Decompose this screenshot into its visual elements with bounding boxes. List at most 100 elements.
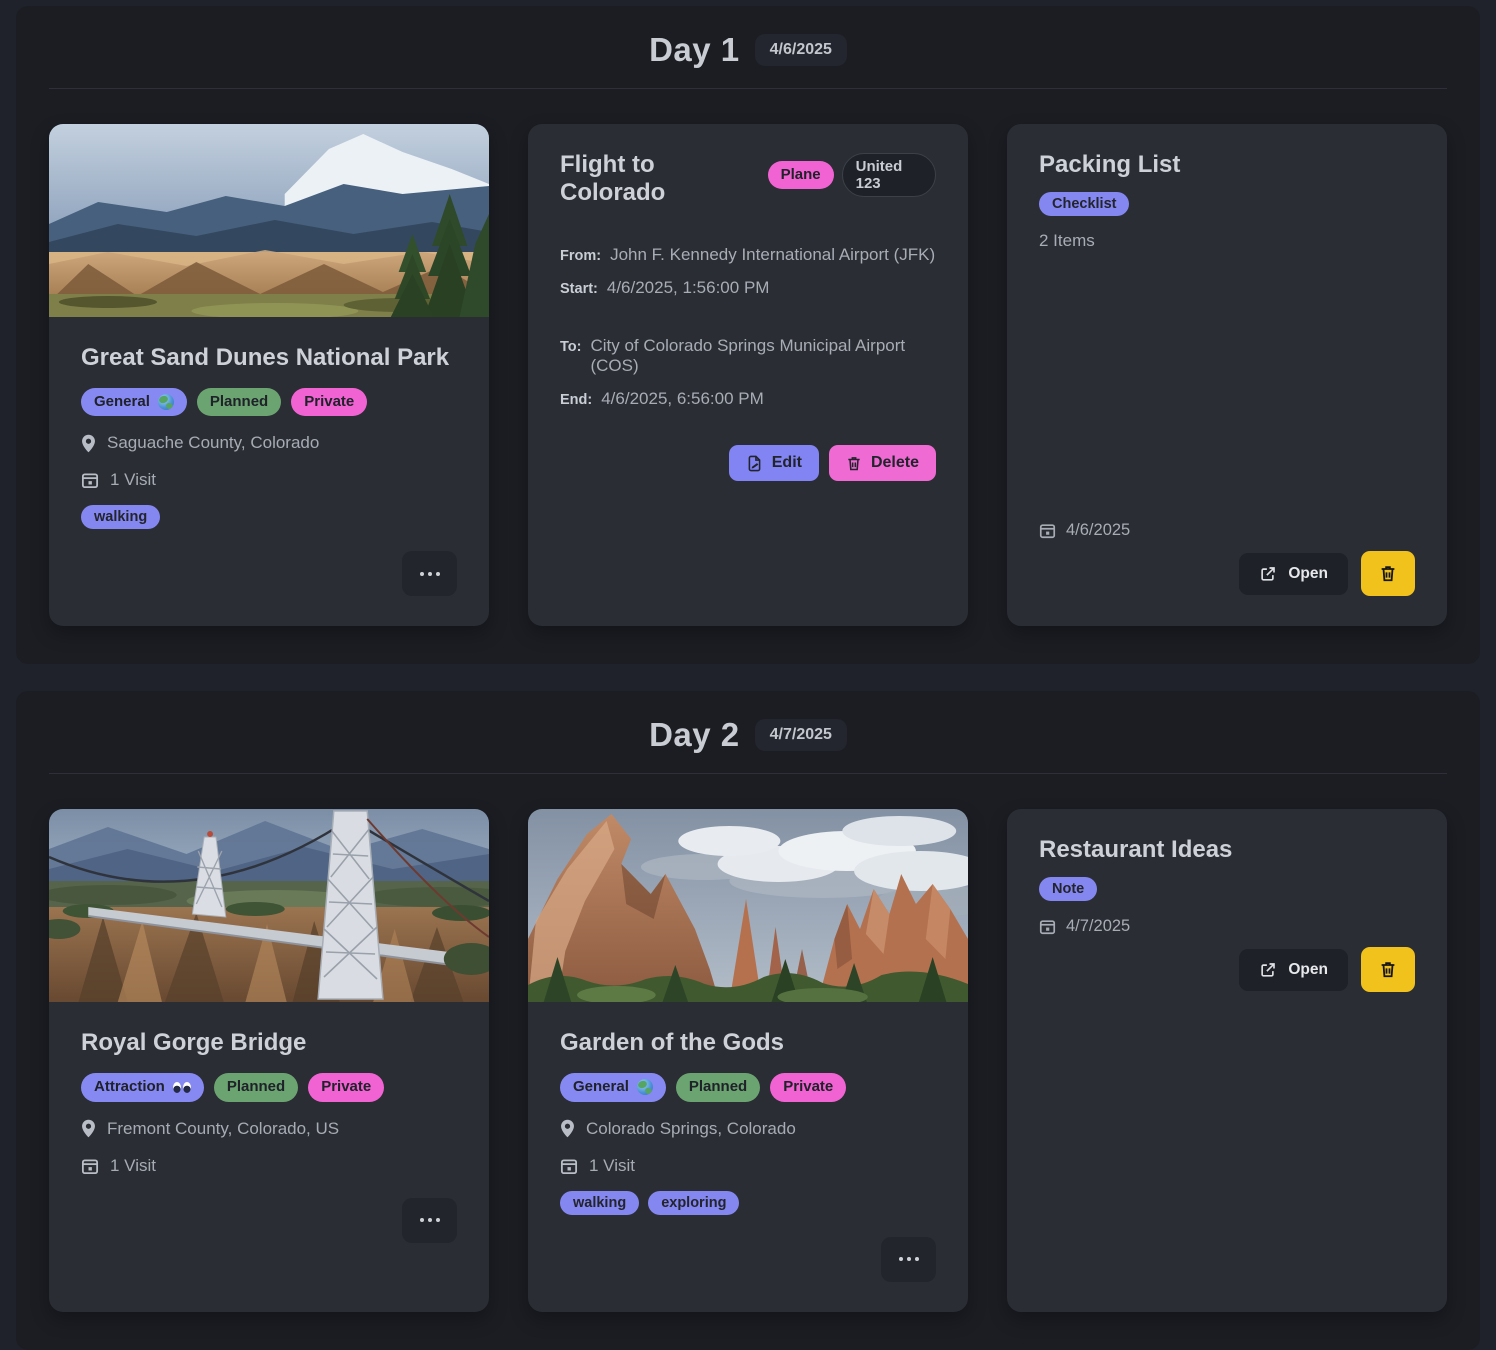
checklist-actions: Open (1039, 551, 1415, 596)
external-link-icon (1259, 961, 1277, 979)
calendar-icon (560, 1157, 578, 1175)
day-1-cards: Great Sand Dunes National Park General P… (49, 124, 1447, 626)
day-2-header: Day 2 4/7/2025 (49, 691, 1447, 773)
location-text: Fremont County, Colorado, US (107, 1119, 339, 1139)
delete-note-button[interactable] (1361, 947, 1415, 992)
royal-gorge-bridge-photo (49, 809, 489, 1002)
flight-badges: Plane United 123 (768, 153, 936, 197)
to-label: To: (560, 339, 581, 355)
note-title: Restaurant Ideas (1039, 836, 1415, 864)
note-actions: Open (1039, 947, 1415, 992)
visibility-badge: Private (308, 1073, 384, 1101)
category-badge: General (81, 388, 187, 416)
day-2-section: Day 2 4/7/2025 (16, 691, 1480, 1349)
garden-of-the-gods-photo (528, 809, 968, 1002)
flight-departure-group: From: John F. Kennedy International Airp… (560, 232, 936, 298)
day-1-divider (49, 88, 1447, 89)
category-badge: General (560, 1073, 666, 1101)
checklist-date: 4/6/2025 (1066, 521, 1130, 540)
calendar-icon (81, 1157, 99, 1175)
category-badge: Attraction (81, 1073, 204, 1101)
location-pin-icon (560, 1119, 575, 1138)
to-value: City of Colorado Springs Municipal Airpo… (590, 336, 936, 376)
note-type-badge: Note (1039, 877, 1097, 901)
trash-icon (846, 455, 862, 472)
location-row: Colorado Springs, Colorado (560, 1119, 936, 1139)
spacer (1039, 251, 1415, 521)
visits-text: 1 Visit (589, 1156, 635, 1176)
great-sand-dunes-photo (49, 124, 489, 317)
tag-row: walking (81, 505, 457, 529)
checklist-card-packing-list: Packing List Checklist 2 Items 4/6/2025 … (1007, 124, 1447, 626)
edit-button-label: Edit (772, 454, 802, 472)
activity-tag: walking (81, 505, 160, 529)
edit-button[interactable]: Edit (729, 445, 819, 481)
visibility-badge: Private (291, 388, 367, 416)
card-body: Royal Gorge Bridge Attraction Planned Pr… (49, 1002, 489, 1311)
place-card-royal-gorge-bridge[interactable]: Royal Gorge Bridge Attraction Planned Pr… (49, 809, 489, 1311)
location-row: Fremont County, Colorado, US (81, 1119, 457, 1139)
open-button[interactable]: Open (1239, 553, 1348, 595)
delete-button-label: Delete (871, 454, 919, 472)
delete-checklist-button[interactable] (1361, 551, 1415, 596)
category-badge-label: General (573, 1077, 629, 1097)
visits-text: 1 Visit (110, 1156, 156, 1176)
location-pin-icon (81, 1119, 96, 1138)
checklist-title: Packing List (1039, 151, 1415, 179)
status-badge: Planned (214, 1073, 298, 1101)
day-2-divider (49, 773, 1447, 774)
itinerary-page: Day 1 4/6/2025 (0, 0, 1496, 1350)
tag-row: walking exploring (560, 1191, 936, 1215)
eyes-icon (173, 1082, 191, 1093)
place-card-garden-of-the-gods[interactable]: Garden of the Gods General Planned Priva… (528, 809, 968, 1311)
card-body: Flight to Colorado Plane United 123 From… (528, 124, 968, 626)
day-2-title: Day 2 (649, 716, 740, 754)
open-button-label: Open (1288, 565, 1328, 583)
place-title: Royal Gorge Bridge (81, 1029, 457, 1057)
badge-row: Attraction Planned Private (81, 1073, 457, 1101)
location-text: Colorado Springs, Colorado (586, 1119, 796, 1139)
day-1-date-pill: 4/6/2025 (755, 34, 847, 66)
trash-icon (1379, 960, 1397, 979)
flight-actions: Edit Delete (560, 445, 936, 481)
flight-card: Flight to Colorado Plane United 123 From… (528, 124, 968, 626)
end-label: End: (560, 392, 592, 408)
from-value: John F. Kennedy International Airport (J… (610, 245, 935, 265)
visits-row: 1 Visit (560, 1156, 936, 1176)
start-label: Start: (560, 281, 598, 297)
card-body: Garden of the Gods General Planned Priva… (528, 1002, 968, 1311)
globe-icon (637, 1079, 653, 1095)
place-card-great-sand-dunes[interactable]: Great Sand Dunes National Park General P… (49, 124, 489, 626)
items-count: 2 Items (1039, 231, 1415, 251)
flight-title: Flight to Colorado (560, 151, 756, 207)
day-2-cards: Royal Gorge Bridge Attraction Planned Pr… (49, 809, 1447, 1311)
edit-document-icon (746, 455, 763, 472)
checklist-type-badge: Checklist (1039, 192, 1129, 216)
badge-row: General Planned Private (560, 1073, 936, 1101)
location-row: Saguache County, Colorado (81, 433, 457, 453)
day-1-section: Day 1 4/6/2025 (16, 6, 1480, 664)
more-options-button[interactable] (402, 1198, 457, 1243)
from-label: From: (560, 248, 601, 264)
end-value: 4/6/2025, 6:56:00 PM (601, 389, 764, 409)
more-options-button[interactable] (881, 1237, 936, 1282)
to-row: To: City of Colorado Springs Municipal A… (560, 336, 936, 376)
flight-header: Flight to Colorado Plane United 123 (560, 151, 936, 207)
category-badge-label: General (94, 392, 150, 412)
delete-button[interactable]: Delete (829, 445, 936, 481)
checklist-date-row: 4/6/2025 (1039, 521, 1415, 540)
badge-row: General Planned Private (81, 388, 457, 416)
place-title: Great Sand Dunes National Park (81, 344, 457, 372)
note-card-restaurant-ideas: Restaurant Ideas Note 4/7/2025 Open (1007, 809, 1447, 1311)
more-options-button[interactable] (402, 551, 457, 596)
card-body: Packing List Checklist 2 Items 4/6/2025 … (1007, 124, 1447, 626)
flight-arrival-group: To: City of Colorado Springs Municipal A… (560, 323, 936, 409)
location-text: Saguache County, Colorado (107, 433, 319, 453)
open-button[interactable]: Open (1239, 949, 1348, 991)
badge-row: Checklist (1039, 192, 1415, 216)
globe-icon (158, 394, 174, 410)
start-value: 4/6/2025, 1:56:00 PM (607, 278, 770, 298)
badge-row: Note (1039, 877, 1415, 901)
calendar-icon (1039, 522, 1056, 539)
visits-text: 1 Visit (110, 470, 156, 490)
